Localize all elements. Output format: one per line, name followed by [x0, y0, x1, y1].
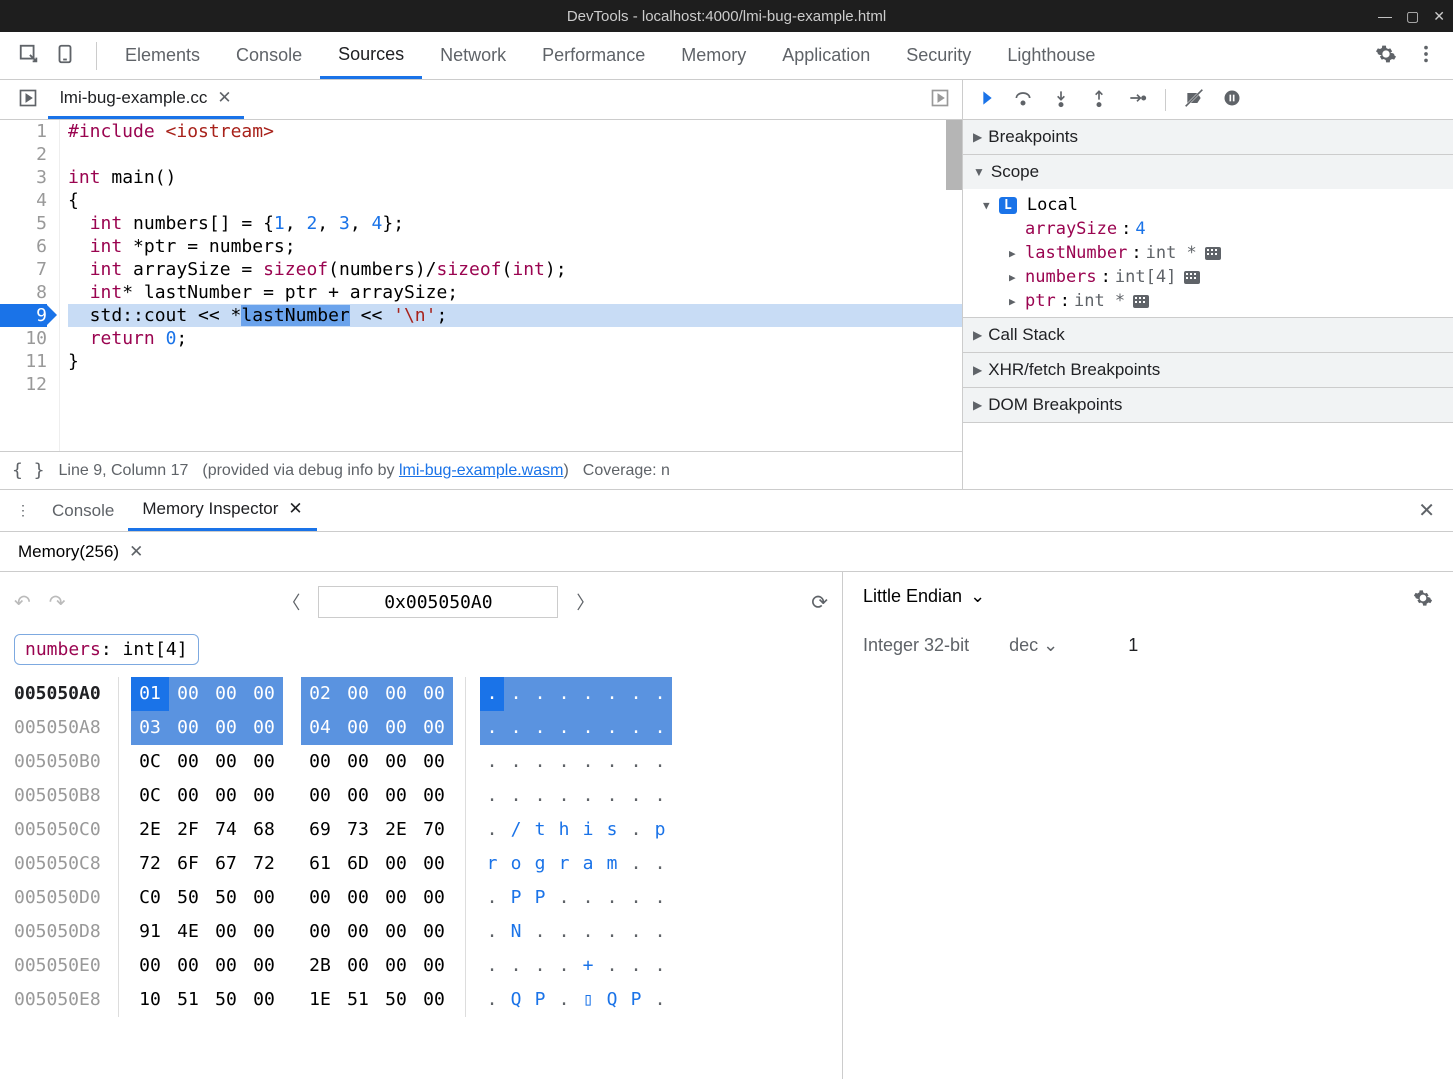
tab-application[interactable]: Application — [764, 32, 888, 79]
tab-lighthouse[interactable]: Lighthouse — [989, 32, 1113, 79]
redo-icon[interactable]: ↷ — [49, 590, 66, 615]
pause-exceptions-icon[interactable] — [1222, 88, 1242, 111]
braces-icon[interactable]: { } — [12, 460, 45, 481]
minimize-icon[interactable]: — — [1378, 8, 1392, 25]
status-bar: { } Line 9, Column 17 (provided via debu… — [0, 451, 962, 489]
memory-icon[interactable] — [1184, 271, 1200, 284]
refresh-icon[interactable]: ⟳ — [811, 590, 828, 615]
file-name: lmi-bug-example.cc — [60, 88, 207, 108]
memory-tab[interactable]: Memory(256) ✕ — [8, 532, 153, 571]
hex-viewer[interactable]: 005050A00100000002000000........005050A8… — [14, 677, 828, 1017]
window-title: DevTools - localhost:4000/lmi-bug-exampl… — [567, 8, 886, 25]
close-icon[interactable]: ✕ — [129, 542, 143, 562]
window-titlebar: DevTools - localhost:4000/lmi-bug-exampl… — [0, 0, 1453, 32]
close-icon[interactable]: ✕ — [288, 499, 302, 519]
undo-icon[interactable]: ↶ — [14, 590, 31, 615]
deactivate-breakpoints-icon[interactable] — [1184, 88, 1204, 111]
coverage-label: Coverage: n — [583, 462, 670, 480]
debug-link[interactable]: lmi-bug-example.wasm — [399, 462, 564, 479]
maximize-icon[interactable]: ▢ — [1406, 8, 1419, 25]
scope-var[interactable]: ▶ptr: int * — [963, 289, 1453, 313]
memory-icon[interactable] — [1133, 295, 1149, 308]
dom-section[interactable]: ▶DOM Breakpoints — [963, 388, 1453, 422]
settings-icon[interactable] — [1413, 588, 1433, 613]
scope-var[interactable]: ▶lastNumber: int * — [963, 241, 1453, 265]
file-tab[interactable]: lmi-bug-example.cc ✕ — [48, 80, 244, 119]
scope-section[interactable]: ▼Scope — [963, 155, 1453, 189]
scrollbar[interactable] — [946, 120, 962, 190]
step-into-icon[interactable] — [1051, 88, 1071, 111]
drawer-more-icon[interactable]: ⋮ — [8, 502, 38, 519]
scope-var[interactable]: ▶numbers: int[4] — [963, 265, 1453, 289]
memory-icon[interactable] — [1205, 247, 1221, 260]
prev-icon[interactable]: 〈 — [282, 589, 300, 615]
drawer-tab-memory-inspector[interactable]: Memory Inspector ✕ — [128, 490, 316, 531]
tab-memory[interactable]: Memory — [663, 32, 764, 79]
play-icon[interactable] — [8, 88, 48, 111]
inspect-icon[interactable] — [18, 43, 40, 68]
drawer-close-icon[interactable]: ✕ — [1418, 498, 1445, 523]
resume-icon[interactable] — [975, 88, 995, 111]
scope-var[interactable]: arraySize: 4 — [963, 217, 1453, 241]
callstack-section[interactable]: ▶Call Stack — [963, 318, 1453, 352]
drawer-tab-console[interactable]: Console — [38, 490, 128, 531]
tab-network[interactable]: Network — [422, 32, 524, 79]
xhr-section[interactable]: ▶XHR/fetch Breakpoints — [963, 353, 1453, 387]
interp-value: 1 — [1128, 635, 1138, 656]
breakpoints-section[interactable]: ▶Breakpoints — [963, 120, 1453, 154]
interp-type: Integer 32-bit — [863, 635, 969, 656]
next-icon[interactable]: 〉 — [576, 589, 594, 615]
settings-icon[interactable] — [1375, 43, 1397, 68]
memory-tag[interactable]: numbers: int[4] — [14, 634, 199, 665]
tab-console[interactable]: Console — [218, 32, 320, 79]
close-icon[interactable]: ✕ — [1433, 8, 1445, 25]
cursor-position: Line 9, Column 17 — [59, 462, 189, 480]
tab-sources[interactable]: Sources — [320, 32, 422, 79]
code-editor[interactable]: 123456789101112 #include <iostream>int m… — [0, 120, 962, 451]
debug-controls — [963, 80, 1453, 120]
scope-local[interactable]: ▼LLocal — [963, 193, 1453, 217]
step-out-icon[interactable] — [1089, 88, 1109, 111]
close-file-icon[interactable]: ✕ — [217, 88, 231, 108]
address-input[interactable] — [318, 586, 558, 618]
endian-select[interactable]: Little Endian — [863, 586, 962, 607]
more-icon[interactable] — [1415, 43, 1437, 68]
tab-performance[interactable]: Performance — [524, 32, 663, 79]
main-tabs: Elements Console Sources Network Perform… — [0, 32, 1453, 80]
format-select[interactable]: dec ⌄ — [1009, 635, 1058, 656]
step-icon[interactable] — [1127, 88, 1147, 111]
chevron-down-icon[interactable]: ⌄ — [970, 586, 985, 607]
play-icon-right[interactable] — [930, 88, 962, 111]
tab-elements[interactable]: Elements — [107, 32, 218, 79]
device-icon[interactable] — [54, 43, 76, 68]
tab-security[interactable]: Security — [888, 32, 989, 79]
step-over-icon[interactable] — [1013, 88, 1033, 111]
